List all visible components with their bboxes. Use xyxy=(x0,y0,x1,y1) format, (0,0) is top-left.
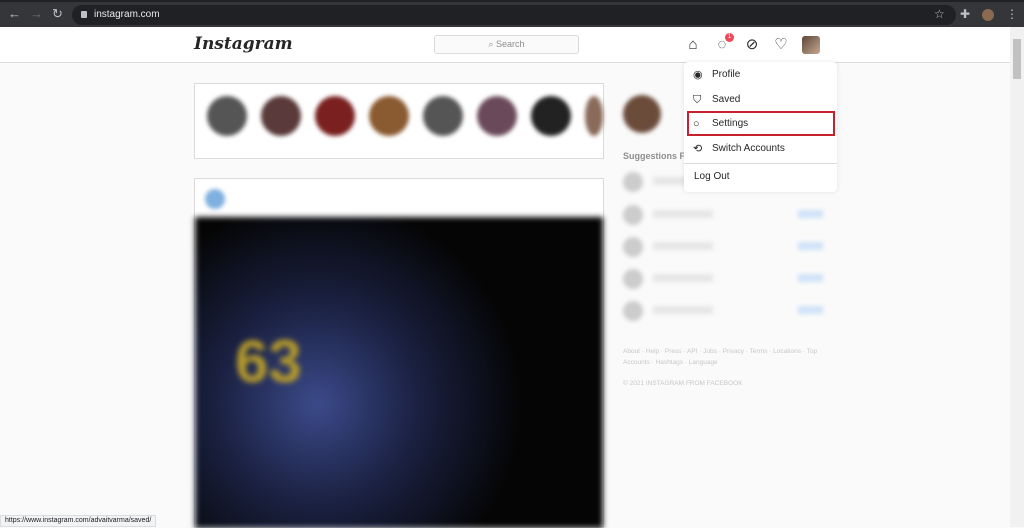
menu-item-label: Switch Accounts xyxy=(712,143,785,154)
profile-dropdown-menu: ◉ Profile ⛉ Saved ○ Settings ⟲ Switch Accoun… xyxy=(684,62,837,192)
switch-icon: ⟲ xyxy=(693,143,703,155)
instagram-header: Instagram ⌕ Search ⌂ ◌ 1 ⊘ ♡ xyxy=(0,27,1010,63)
messenger-badge: 1 xyxy=(725,33,734,42)
lock-icon xyxy=(81,11,87,18)
settings-highlight-box xyxy=(687,111,835,136)
story-avatar[interactable] xyxy=(531,96,571,136)
home-icon[interactable]: ⌂ xyxy=(684,36,702,54)
extensions-icon[interactable]: ✚ xyxy=(960,7,970,21)
bookmark-icon: ⛉ xyxy=(693,94,702,106)
suggestion-row[interactable] xyxy=(623,205,823,225)
menu-item-label: Saved xyxy=(712,94,741,105)
menu-item-switch-accounts[interactable]: ⟲ Switch Accounts xyxy=(684,137,837,161)
story-avatar[interactable] xyxy=(585,96,603,136)
story-avatar[interactable] xyxy=(477,96,517,136)
story-avatar[interactable] xyxy=(315,96,355,136)
menu-item-logout[interactable]: Log Out xyxy=(684,165,837,189)
profile-icon: ◉ xyxy=(693,69,703,81)
menu-item-label: Profile xyxy=(712,69,741,80)
story-avatar[interactable] xyxy=(423,96,463,136)
forward-icon[interactable]: → xyxy=(30,6,43,21)
footer-links[interactable]: About · Help · Press · API · Jobs · Priv… xyxy=(623,346,823,368)
browser-toolbar: ← → ↻ instagram.com ☆ ✚ ⋮ xyxy=(0,0,1024,27)
profile-avatar-icon[interactable] xyxy=(982,9,994,21)
menu-divider xyxy=(684,163,837,164)
heart-icon[interactable]: ♡ xyxy=(772,36,790,54)
post-image[interactable]: 63 xyxy=(195,217,603,528)
star-icon[interactable]: ☆ xyxy=(934,7,945,21)
menu-item-profile[interactable]: ◉ Profile xyxy=(684,63,837,87)
copyright: © 2021 INSTAGRAM FROM FACEBOOK xyxy=(623,380,743,387)
suggestions-label: Suggestions Fo xyxy=(623,151,691,161)
address-bar[interactable]: instagram.com xyxy=(72,5,956,25)
stories-tray xyxy=(194,83,604,159)
search-input[interactable]: ⌕ Search xyxy=(434,35,579,54)
post-author-avatar[interactable] xyxy=(205,189,225,209)
scrollbar-thumb[interactable] xyxy=(1013,39,1021,79)
story-avatar[interactable] xyxy=(261,96,301,136)
instagram-logo[interactable]: Instagram xyxy=(194,34,293,54)
story-avatar[interactable] xyxy=(369,96,409,136)
menu-item-saved[interactable]: ⛉ Saved xyxy=(684,88,837,112)
story-avatar[interactable] xyxy=(207,96,247,136)
suggestion-row[interactable] xyxy=(623,269,823,289)
menu-icon[interactable]: ⋮ xyxy=(1006,7,1018,21)
feed-post: 63 xyxy=(194,178,604,528)
reload-icon[interactable]: ↻ xyxy=(52,6,63,22)
jersey-number: 63 xyxy=(235,328,302,395)
url-text: instagram.com xyxy=(94,9,160,20)
status-bar-url: https://www.instagram.com/advaitvarma/sa… xyxy=(0,515,157,527)
explore-icon[interactable]: ⊘ xyxy=(743,36,761,54)
search-placeholder: Search xyxy=(496,39,525,49)
scrollbar[interactable] xyxy=(1010,27,1024,527)
back-icon[interactable]: ← xyxy=(8,6,21,21)
suggestion-row[interactable] xyxy=(623,237,823,257)
profile-avatar[interactable] xyxy=(802,36,820,54)
user-avatar[interactable] xyxy=(623,95,661,133)
suggestion-row[interactable] xyxy=(623,301,823,321)
